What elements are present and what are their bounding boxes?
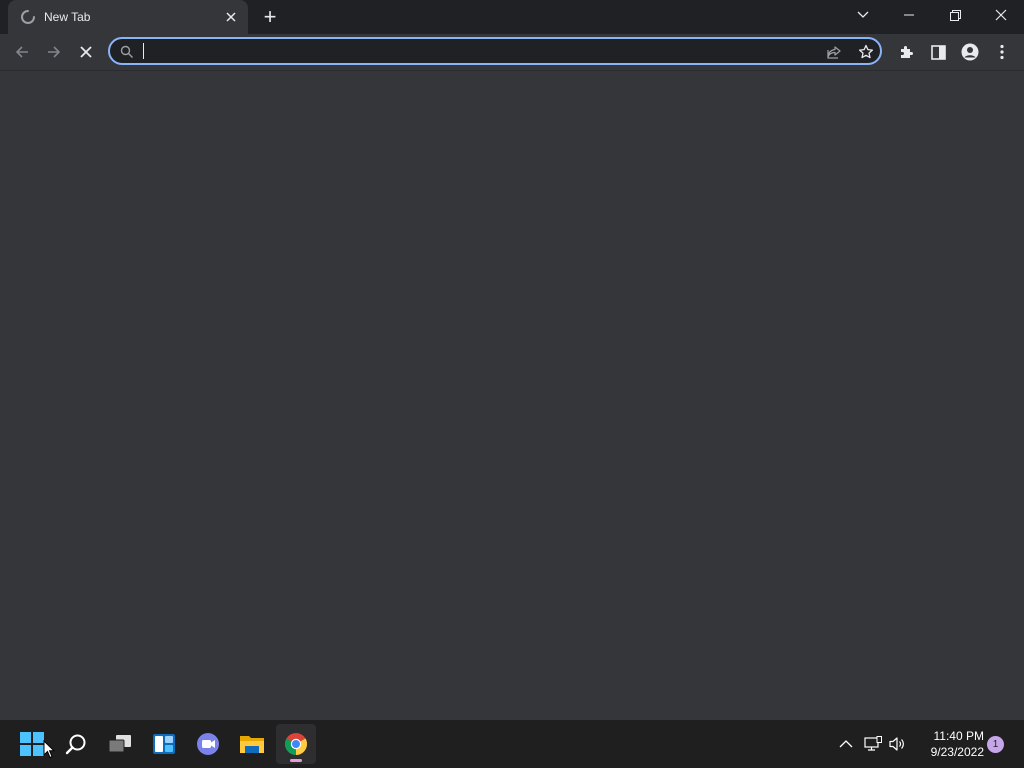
address-input[interactable] bbox=[142, 41, 802, 61]
file-explorer-button[interactable] bbox=[232, 724, 272, 764]
stop-button[interactable] bbox=[72, 38, 100, 66]
folder-icon bbox=[240, 736, 264, 753]
menu-icon bbox=[1000, 44, 1004, 60]
restore-button[interactable] bbox=[932, 0, 978, 30]
show-hidden-icons-button[interactable] bbox=[836, 734, 856, 754]
network-button[interactable] bbox=[863, 734, 883, 754]
share-icon[interactable] bbox=[824, 42, 844, 62]
close-icon bbox=[995, 9, 1007, 21]
extensions-button[interactable] bbox=[892, 38, 920, 66]
bookmark-star-icon[interactable] bbox=[856, 42, 876, 62]
back-arrow-icon bbox=[15, 46, 28, 58]
notification-badge[interactable]: 1 bbox=[987, 736, 1004, 753]
browser-toolbar bbox=[0, 34, 1024, 71]
side-panel-button[interactable] bbox=[924, 38, 952, 66]
search-button[interactable] bbox=[56, 724, 96, 764]
close-window-button[interactable] bbox=[978, 0, 1024, 30]
clock-date: 9/23/2022 bbox=[930, 745, 984, 759]
text-cursor bbox=[143, 43, 144, 59]
extensions-icon bbox=[901, 46, 913, 58]
teams-chat-button[interactable] bbox=[188, 724, 228, 764]
chevron-down-icon bbox=[857, 11, 869, 18]
plus-icon: + bbox=[263, 4, 277, 29]
page-content bbox=[0, 71, 1024, 720]
network-icon bbox=[864, 736, 882, 751]
tab-title: New Tab bbox=[44, 10, 91, 24]
windows-taskbar: 11:40 PM 9/23/2022 1 bbox=[0, 720, 1024, 768]
chrome-menu-button[interactable] bbox=[988, 38, 1016, 66]
minimize-button[interactable] bbox=[886, 0, 932, 30]
chrome-icon bbox=[285, 733, 307, 755]
tab-strip: New Tab + bbox=[0, 0, 1024, 34]
chrome-button[interactable] bbox=[276, 724, 316, 764]
new-tab-button[interactable]: + bbox=[258, 5, 282, 29]
back-button[interactable] bbox=[8, 38, 36, 66]
widgets-button[interactable] bbox=[144, 724, 184, 764]
close-tab-icon[interactable] bbox=[223, 9, 239, 25]
minimize-icon bbox=[904, 14, 914, 16]
search-icon bbox=[120, 45, 134, 59]
windows-logo-icon bbox=[20, 732, 44, 756]
task-view-button[interactable] bbox=[100, 724, 140, 764]
tab-new-tab[interactable]: New Tab bbox=[8, 0, 248, 34]
volume-icon bbox=[889, 737, 904, 751]
loading-spinner-icon bbox=[20, 9, 36, 25]
side-panel-icon bbox=[930, 44, 946, 60]
tab-search-button[interactable] bbox=[840, 0, 886, 30]
taskbar-clock[interactable]: 11:40 PM 9/23/2022 bbox=[914, 728, 984, 760]
active-app-indicator bbox=[290, 759, 302, 762]
widgets-icon bbox=[153, 734, 175, 754]
forward-button[interactable] bbox=[40, 38, 68, 66]
chat-icon bbox=[197, 733, 219, 755]
mouse-cursor-icon bbox=[43, 740, 55, 759]
clock-time: 11:40 PM bbox=[933, 729, 984, 743]
forward-arrow-icon bbox=[48, 46, 61, 58]
search-icon bbox=[65, 734, 86, 755]
address-bar[interactable] bbox=[108, 37, 882, 65]
task-view-icon bbox=[108, 735, 131, 753]
restore-icon bbox=[949, 9, 961, 21]
chevron-up-icon bbox=[839, 740, 853, 748]
profile-button[interactable] bbox=[956, 38, 984, 66]
profile-icon bbox=[961, 43, 979, 61]
stop-icon bbox=[80, 46, 92, 58]
volume-button[interactable] bbox=[888, 734, 908, 754]
